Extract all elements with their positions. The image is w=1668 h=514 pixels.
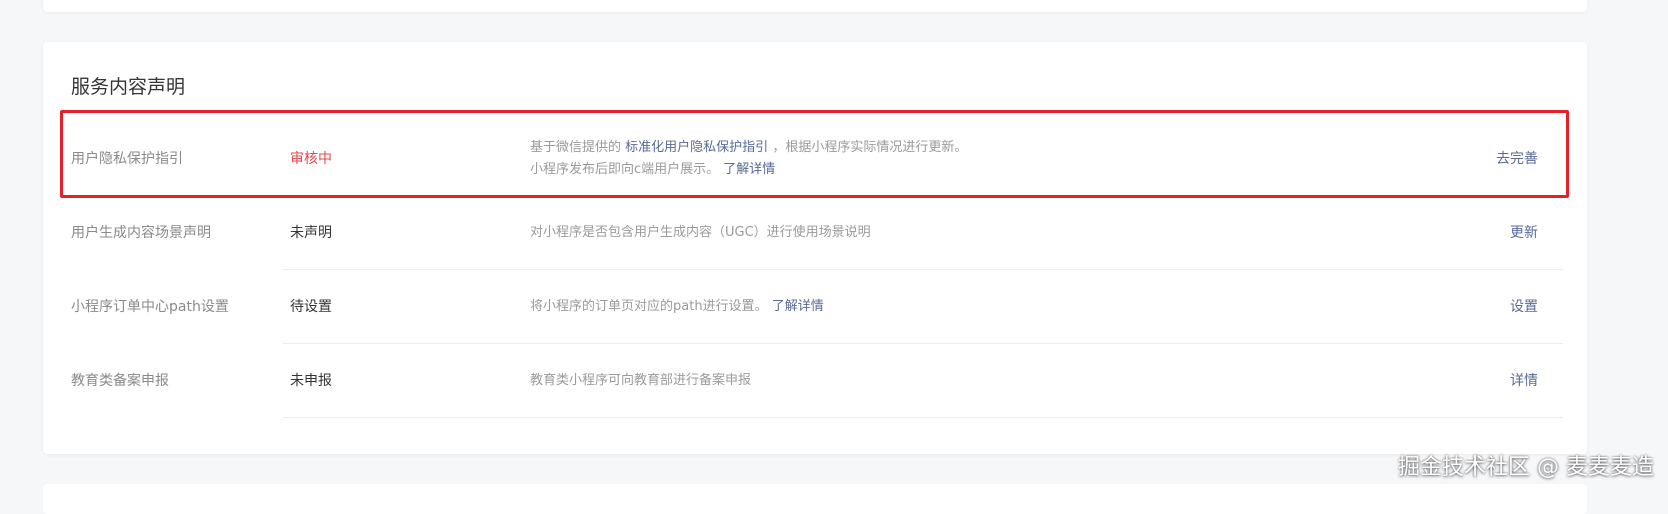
row-name: 用户生成内容场景声明 [71,225,211,241]
desc-text: 对小程序是否包含用户生成内容（UGC）进行使用场景说明 [530,225,871,240]
status-badge: 未声明 [290,225,332,241]
row-description: 将小程序的订单页对应的path进行设置。 了解详情 [530,270,824,344]
row-description: 对小程序是否包含用户生成内容（UGC）进行使用场景说明 [530,196,871,270]
privacy-guide-link[interactable]: 标准化用户隐私保护指引 [625,140,768,155]
setup-button[interactable]: 设置 [1510,270,1538,344]
desc-text: 将小程序的订单页对应的path进行设置。 [530,299,768,314]
table-row-ugc-declaration: 用户生成内容场景声明 未声明 对小程序是否包含用户生成内容（UGC）进行使用场景… [43,196,1587,270]
row-divider [283,417,1563,418]
status-badge: 审核中 [290,151,332,167]
row-description: 基于微信提供的 标准化用户隐私保护指引 ，根据小程序实际情况进行更新。 小程序发… [530,122,967,196]
desc-text: ，根据小程序实际情况进行更新。 [772,140,968,155]
bottom-card [43,484,1587,514]
complete-button[interactable]: 去完善 [1496,122,1538,196]
status-badge: 未申报 [290,373,332,389]
update-button[interactable]: 更新 [1510,196,1538,270]
row-description: 教育类小程序可向教育部进行备案申报 [530,344,751,418]
details-button[interactable]: 详情 [1510,344,1538,418]
row-name: 教育类备案申报 [71,373,169,389]
top-card [43,0,1587,12]
service-declaration-card: 服务内容声明 用户隐私保护指引 审核中 基于微信提供的 标准化用户隐私保护指引 … [43,42,1587,454]
status-badge: 待设置 [290,299,332,315]
table-row-education-filing: 教育类备案申报 未申报 教育类小程序可向教育部进行备案申报 详情 [43,344,1587,418]
row-name: 用户隐私保护指引 [71,151,183,167]
desc-text: 小程序发布后即向c端用户展示。 [530,162,720,177]
row-name: 小程序订单中心path设置 [71,299,229,315]
watermark: 掘金技术社区 @ 麦麦麦造 [1398,455,1654,480]
learn-more-link[interactable]: 了解详情 [772,299,824,314]
desc-text: 基于微信提供的 [530,140,622,155]
desc-text: 教育类小程序可向教育部进行备案申报 [530,373,752,388]
table-row-privacy-guide: 用户隐私保护指引 审核中 基于微信提供的 标准化用户隐私保护指引 ，根据小程序实… [43,122,1587,196]
table-row-order-path: 小程序订单中心path设置 待设置 将小程序的订单页对应的path进行设置。 了… [43,270,1587,344]
learn-more-link[interactable]: 了解详情 [723,162,775,177]
section-title: 服务内容声明 [71,76,186,98]
